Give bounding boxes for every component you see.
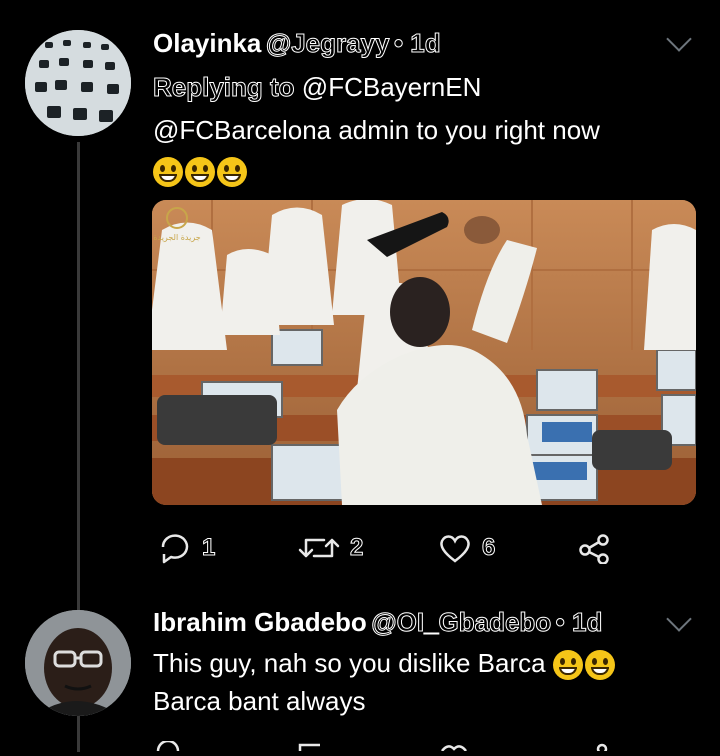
share-icon (579, 534, 609, 564)
timestamp[interactable]: • 1d (555, 607, 603, 638)
chevron-down-icon[interactable] (666, 606, 692, 632)
thread-line (77, 142, 80, 612)
tweet-text: @FCBarcelona admin to you right now (153, 115, 600, 145)
reply-target-link[interactable]: @FCBayernEN (302, 72, 482, 102)
tweet-actions-partial (150, 738, 620, 755)
reply-count: 1 (201, 534, 216, 562)
chevron-down-icon[interactable] (666, 26, 692, 52)
grinning-face-icon (217, 157, 247, 188)
author-name[interactable]: Ibrahim Gbadebo (153, 607, 367, 637)
tweet-header: Ibrahim Gbadebo @OI_Gbadebo • 1d (153, 607, 603, 638)
tears-of-joy-icon (584, 650, 615, 681)
timestamp[interactable]: • 1d (393, 28, 441, 59)
tweet-actions: 1 2 6 (152, 532, 622, 564)
thread-line (77, 712, 80, 752)
retweet-count: 2 (349, 534, 364, 562)
tweet-text-line: This guy, nah so you dislike Barca (153, 648, 546, 678)
photo-watermark: جريدة الجريدة (153, 233, 200, 242)
author-handle[interactable]: @OI_Gbadebo (371, 607, 552, 638)
tweet-emojis (153, 152, 249, 188)
like-count: 6 (481, 534, 496, 562)
tears-of-joy-icon (552, 650, 583, 681)
heart-icon (440, 535, 470, 563)
like-button[interactable]: 6 (438, 532, 496, 564)
author-name[interactable]: Olayinka (153, 28, 261, 58)
replying-to-label: Replying to (153, 72, 296, 103)
retweet-icon (298, 538, 340, 558)
avatar[interactable] (25, 30, 131, 136)
reply-icon (161, 534, 189, 564)
replying-to: Replying to @FCBayernEN (153, 72, 482, 103)
tweet-text-line: Barca bant always (153, 686, 366, 716)
tweet-text: This guy, nah so you dislike Barca (153, 645, 617, 681)
tweet-photo[interactable]: جريدة الجريدة (152, 200, 696, 505)
grinning-face-icon (153, 157, 183, 188)
retweet-button[interactable]: 2 (298, 532, 364, 564)
avatar[interactable] (25, 610, 131, 716)
author-handle[interactable]: @Jegrayy (265, 28, 390, 59)
share-button[interactable] (578, 532, 612, 564)
tweet-header: Olayinka @Jegrayy • 1d (153, 28, 441, 59)
grinning-face-icon (185, 157, 215, 188)
reply-button[interactable]: 1 (158, 532, 216, 564)
